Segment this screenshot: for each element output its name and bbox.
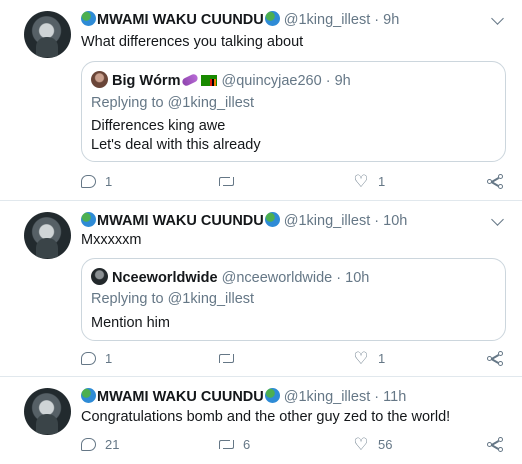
separator: · — [374, 213, 380, 229]
tweet[interactable]: MWAMI WAKU CUUNDU @1king_illest · 11h Co… — [0, 377, 522, 464]
globe-emoji-icon — [264, 11, 280, 26]
avatar[interactable] — [24, 388, 71, 435]
heart-icon: ♡ — [353, 171, 369, 191]
retweet-count: 6 — [243, 436, 251, 452]
share-button[interactable] — [487, 435, 503, 453]
tweet-header: MWAMI WAKU CUUNDU @1king_illest · 9h — [81, 11, 399, 29]
avatar[interactable] — [24, 11, 71, 58]
globe-emoji-icon — [264, 212, 280, 227]
reply-button[interactable]: 1 — [81, 349, 112, 367]
chevron-down-icon[interactable] — [491, 213, 504, 226]
quoted-tweet-text-line: Mention him — [91, 315, 170, 331]
like-count: 1 — [378, 173, 386, 189]
like-button[interactable]: ♡ 1 — [353, 349, 385, 367]
tweet-time[interactable]: 10h — [383, 213, 407, 229]
tweet-header: MWAMI WAKU CUUNDU @1king_illest · 11h — [81, 388, 406, 406]
replying-to-label: Replying to — [91, 291, 164, 307]
reply-count: 1 — [105, 350, 113, 366]
author-name[interactable]: MWAMI WAKU CUUNDU — [97, 213, 264, 229]
worm-emoji-icon — [181, 72, 200, 88]
quoted-author-name: Nceeworldwide — [112, 270, 218, 286]
avatar[interactable] — [24, 212, 71, 259]
replying-to-label: Replying to — [91, 95, 164, 111]
heart-icon: ♡ — [353, 348, 369, 368]
retweet-icon — [218, 438, 234, 450]
reply-icon — [81, 351, 96, 365]
quoted-author-handle: @nceeworldwide — [221, 270, 333, 286]
share-icon — [487, 350, 503, 366]
tweet-actions: 1 ♡ 1 — [81, 172, 506, 190]
like-button[interactable]: ♡ 1 — [353, 172, 385, 190]
author-handle[interactable]: @1king_illest — [284, 213, 370, 229]
tweet-text: Mxxxxxm — [81, 232, 142, 248]
separator: · — [374, 389, 380, 405]
share-button[interactable] — [487, 172, 503, 190]
retweet-button[interactable]: 6 — [218, 435, 250, 453]
separator: · — [325, 73, 331, 89]
tweet-time[interactable]: 9h — [383, 12, 399, 28]
tweet[interactable]: MWAMI WAKU CUUNDU @1king_illest · 9h Wha… — [0, 0, 522, 201]
retweet-icon — [218, 175, 234, 187]
separator: · — [374, 12, 380, 28]
like-button[interactable]: ♡ 56 — [353, 435, 392, 453]
reply-icon — [81, 437, 96, 451]
tweet-actions: 1 ♡ 1 — [81, 349, 506, 367]
replying-to: Replying to @1king_illest — [91, 95, 254, 111]
replying-to-mention[interactable]: @1king_illest — [168, 95, 254, 111]
replying-to-mention[interactable]: @1king_illest — [168, 291, 254, 307]
tweet[interactable]: MWAMI WAKU CUUNDU @1king_illest · 10h Mx… — [0, 201, 522, 377]
author-name[interactable]: MWAMI WAKU CUUNDU — [97, 389, 264, 405]
chevron-down-icon[interactable] — [491, 12, 504, 25]
separator: · — [336, 270, 342, 286]
tweet-text: What differences you talking about — [81, 34, 304, 50]
quoted-tweet-header: Nceeworldwide @nceeworldwide · 10h — [91, 268, 369, 287]
author-handle[interactable]: @1king_illest — [284, 12, 370, 28]
avatar — [91, 268, 108, 285]
quoted-tweet-text-line: Differences king awe — [91, 118, 226, 134]
zambia-flag-icon — [201, 75, 218, 86]
tweet-header: MWAMI WAKU CUUNDU @1king_illest · 10h — [81, 212, 407, 230]
reply-icon — [81, 174, 96, 188]
avatar — [91, 71, 108, 88]
replying-to: Replying to @1king_illest — [91, 291, 254, 307]
quoted-tweet-time: 9h — [334, 73, 351, 89]
reply-button[interactable]: 21 — [81, 435, 119, 453]
quoted-author-handle: @quincyjae260 — [221, 73, 322, 89]
tweet-time[interactable]: 11h — [383, 389, 406, 405]
quoted-tweet[interactable]: Big Wórm @quincyjae260 · 9h Replying to … — [81, 61, 506, 162]
reply-count: 21 — [105, 436, 120, 452]
like-count: 56 — [378, 436, 393, 452]
heart-icon: ♡ — [353, 434, 369, 454]
share-button[interactable] — [487, 349, 503, 367]
quoted-tweet-text-line: Let's deal with this already — [91, 137, 261, 153]
quoted-tweet-header: Big Wórm @quincyjae260 · 9h — [91, 71, 351, 90]
quoted-tweet[interactable]: Nceeworldwide @nceeworldwide · 10h Reply… — [81, 258, 506, 341]
share-icon — [487, 173, 503, 189]
globe-emoji-icon — [81, 212, 96, 227]
like-count: 1 — [378, 350, 386, 366]
globe-emoji-icon — [81, 388, 96, 403]
author-handle[interactable]: @1king_illest — [284, 389, 370, 405]
retweet-button[interactable] — [218, 172, 243, 190]
globe-emoji-icon — [81, 11, 96, 26]
author-name[interactable]: MWAMI WAKU CUUNDU — [97, 12, 264, 28]
quoted-author-name: Big Wórm — [112, 73, 181, 89]
reply-count: 1 — [105, 173, 113, 189]
tweet-actions: 21 6 ♡ 56 — [81, 435, 506, 453]
reply-button[interactable]: 1 — [81, 172, 112, 190]
retweet-icon — [218, 352, 234, 364]
globe-emoji-icon — [264, 388, 280, 403]
quoted-tweet-time: 10h — [345, 270, 370, 286]
share-icon — [487, 436, 503, 452]
tweet-text: Congratulations bomb and the other guy z… — [81, 409, 451, 425]
retweet-button[interactable] — [218, 349, 243, 367]
